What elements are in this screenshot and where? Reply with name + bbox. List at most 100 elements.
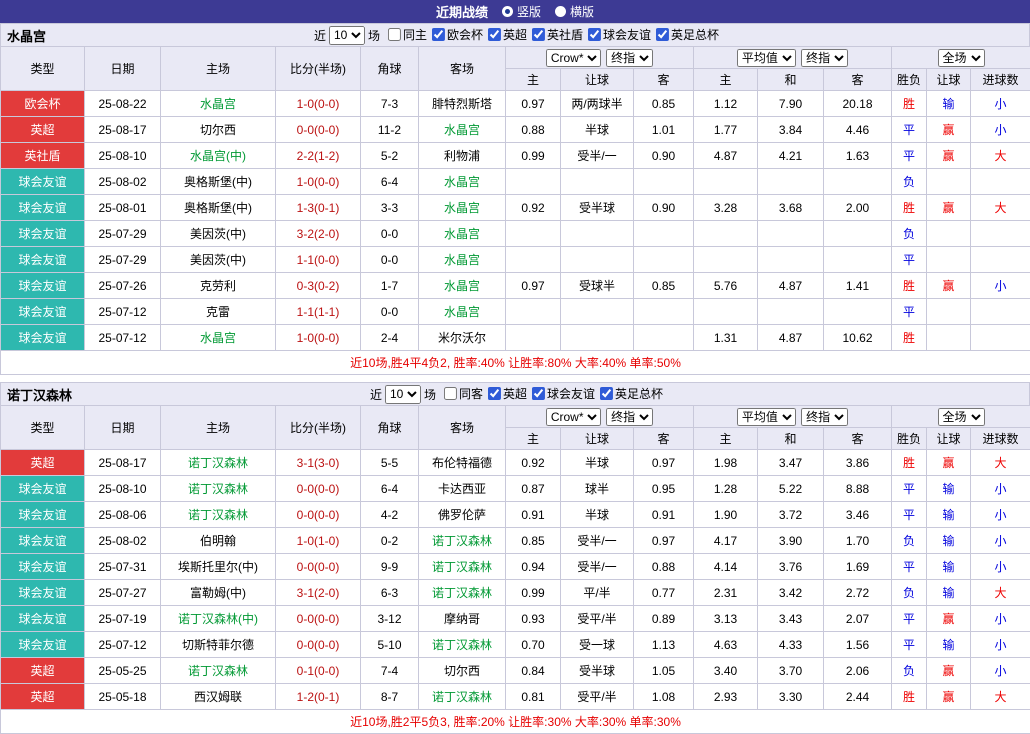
filter-checkbox[interactable] — [600, 387, 613, 400]
filter-checkbox[interactable] — [532, 28, 545, 41]
home-team: 诺丁汉森林 — [161, 658, 276, 684]
league-badge: 球会友谊 — [1, 247, 85, 273]
avg-stage-select[interactable]: 终指 — [801, 49, 848, 67]
filter-checkbox[interactable] — [532, 387, 545, 400]
filter-label: 英足总杯 — [615, 385, 663, 402]
away-team: 水晶宫 — [419, 247, 506, 273]
odds-away: 1.13 — [634, 632, 694, 658]
filter-option[interactable]: 欧会杯 — [427, 26, 483, 43]
avg-home: 3.28 — [694, 195, 758, 221]
score: 1-1(0-0) — [276, 247, 361, 273]
match-date: 25-07-31 — [85, 554, 161, 580]
filter-checkbox[interactable] — [444, 387, 457, 400]
filter-option[interactable]: 球会友谊 — [527, 385, 595, 402]
goals-outcome — [971, 299, 1030, 325]
recent-count-select[interactable]: 10 — [385, 385, 421, 404]
avg-stage-select[interactable]: 终指 — [801, 408, 848, 426]
goals-outcome: 小 — [971, 91, 1030, 117]
scope-select[interactable]: 全场 — [938, 408, 985, 426]
avg-home — [694, 299, 758, 325]
odds-stage-select[interactable]: 终指 — [606, 49, 653, 67]
filter-option[interactable]: 球会友谊 — [583, 26, 651, 43]
match-date: 25-07-27 — [85, 580, 161, 606]
avg-home: 1.31 — [694, 325, 758, 351]
match-row: 球会友谊25-07-19诺丁汉森林(中)0-0(0-0)3-12摩纳哥0.93受… — [1, 606, 1030, 632]
corner-score: 11-2 — [361, 117, 419, 143]
score: 2-2(1-2) — [276, 143, 361, 169]
filter-checkbox[interactable] — [488, 387, 501, 400]
bookmaker-select[interactable]: Crow* — [546, 408, 601, 426]
result-outcome: 胜 — [892, 273, 927, 299]
near-label: 近 — [370, 386, 382, 403]
avg-home: 3.40 — [694, 658, 758, 684]
odds-handicap — [561, 325, 634, 351]
odds-handicap — [561, 299, 634, 325]
avg-home: 5.76 — [694, 273, 758, 299]
filter-checkbox[interactable] — [588, 28, 601, 41]
home-team: 诺丁汉森林 — [161, 502, 276, 528]
home-team: 美因茨(中) — [161, 221, 276, 247]
filter-checkbox[interactable] — [432, 28, 445, 41]
filter-option[interactable]: 同客 — [439, 385, 483, 402]
odds-handicap: 半球 — [561, 502, 634, 528]
odds-handicap: 球半 — [561, 476, 634, 502]
filter-option[interactable]: 英足总杯 — [651, 26, 719, 43]
score: 1-0(0-0) — [276, 91, 361, 117]
filter-option[interactable]: 英超 — [483, 385, 527, 402]
avg-draw: 3.42 — [758, 580, 824, 606]
sub-avg-home: 主 — [694, 428, 758, 450]
corner-score: 0-0 — [361, 299, 419, 325]
avg-draw: 3.72 — [758, 502, 824, 528]
odds-stage-select[interactable]: 终指 — [606, 408, 653, 426]
filter-checkbox[interactable] — [388, 28, 401, 41]
layout-option-horizontal[interactable]: 横版 — [555, 3, 594, 20]
match-row: 英超25-05-25诺丁汉森林0-1(0-0)7-4切尔西0.84受半球1.05… — [1, 658, 1030, 684]
filter-option[interactable]: 同主 — [383, 26, 427, 43]
avg-draw: 7.90 — [758, 91, 824, 117]
layout-option-vertical[interactable]: 竖版 — [502, 3, 541, 20]
team-section-nottingham-forest: 诺丁汉森林 近 10 场 同客英超球会友谊英足总杯 类型 日期 主场 比分(半场… — [0, 382, 1030, 734]
filter-option[interactable]: 英超 — [483, 26, 527, 43]
odds-home — [506, 325, 561, 351]
scope-select[interactable]: 全场 — [938, 49, 985, 67]
home-team: 水晶宫 — [161, 91, 276, 117]
avg-draw: 4.87 — [758, 325, 824, 351]
league-badge: 球会友谊 — [1, 580, 85, 606]
result-outcome: 负 — [892, 580, 927, 606]
away-team: 卡达西亚 — [419, 476, 506, 502]
odds-home — [506, 247, 561, 273]
avg-away: 3.46 — [824, 502, 892, 528]
result-outcome: 胜 — [892, 450, 927, 476]
home-team: 克劳利 — [161, 273, 276, 299]
col-corner: 角球 — [361, 406, 419, 450]
sub-odds-away: 客 — [634, 69, 694, 91]
filter-checkbox[interactable] — [656, 28, 669, 41]
recent-count-select[interactable]: 10 — [329, 26, 365, 45]
matches-table: 类型 日期 主场 比分(半场) 角球 客场 Crow* 终指 平均值 终指 全场 — [0, 405, 1030, 734]
odds-away: 0.90 — [634, 195, 694, 221]
odds-away: 0.97 — [634, 450, 694, 476]
avg-draw: 3.30 — [758, 684, 824, 710]
home-team: 诺丁汉森林 — [161, 476, 276, 502]
home-team: 切尔西 — [161, 117, 276, 143]
avg-away: 3.86 — [824, 450, 892, 476]
sub-avg-draw: 和 — [758, 428, 824, 450]
league-filter-group: 同客英超球会友谊 英足总杯 — [439, 385, 663, 403]
filter-option[interactable]: 英足总杯 — [595, 385, 663, 402]
goals-outcome: 小 — [971, 528, 1030, 554]
odds-handicap: 两/两球半 — [561, 91, 634, 117]
avg-draw — [758, 299, 824, 325]
sub-result: 胜负 — [892, 69, 927, 91]
goals-outcome: 小 — [971, 273, 1030, 299]
filter-option[interactable]: 英社盾 — [527, 26, 583, 43]
bookmaker-select[interactable]: Crow* — [546, 49, 601, 67]
average-select[interactable]: 平均值 — [737, 49, 796, 67]
league-badge: 球会友谊 — [1, 606, 85, 632]
avg-home: 4.87 — [694, 143, 758, 169]
odds-home — [506, 299, 561, 325]
filter-checkbox[interactable] — [488, 28, 501, 41]
away-team: 诺丁汉森林 — [419, 580, 506, 606]
average-select[interactable]: 平均值 — [737, 408, 796, 426]
avg-draw: 5.22 — [758, 476, 824, 502]
avg-draw: 3.76 — [758, 554, 824, 580]
